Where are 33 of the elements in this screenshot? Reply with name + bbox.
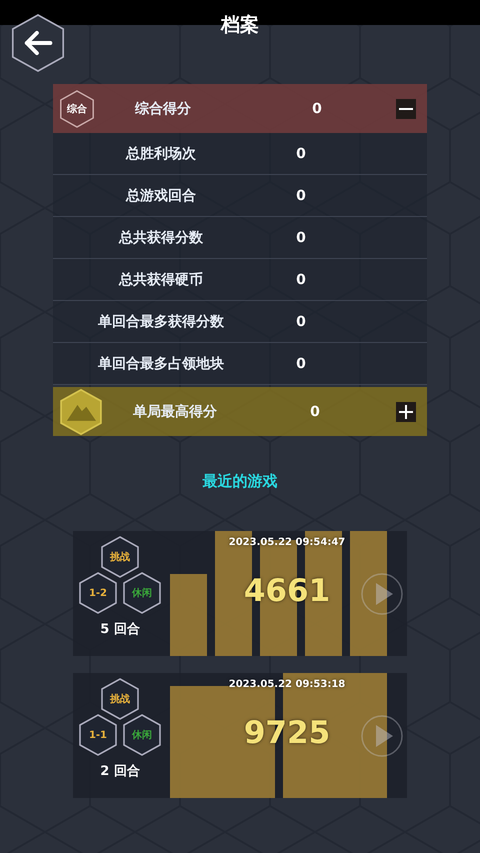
stat-label: 总共获得硬币: [118, 270, 204, 288]
stat-value: 0: [295, 146, 307, 162]
expand-button[interactable]: [396, 402, 416, 422]
type-badge: 休闲: [122, 713, 162, 757]
stage-badge: 1-2: [78, 571, 118, 615]
stat-label: 单局最高得分: [133, 402, 218, 420]
round-count: 2 回合: [100, 763, 140, 780]
stat-label: 总游戏回合: [124, 186, 197, 204]
game-time: 2023.05.22 09:53:18: [228, 679, 346, 690]
stat-label: 单回合最多占领地块: [97, 354, 225, 372]
type-badge: 休闲: [122, 571, 162, 615]
mountain-icon: [57, 388, 105, 434]
stat-value: 0: [295, 230, 307, 246]
round-count: 5 回合: [100, 621, 140, 638]
page-title: 档案: [220, 13, 260, 38]
stat-value: 0: [295, 356, 307, 372]
stat-value: 0: [295, 188, 307, 204]
stat-label: 总胜利场次: [124, 144, 197, 162]
mode-badge: 挑战: [100, 535, 140, 579]
stage-badge: 1-1: [78, 713, 118, 757]
section-title: 最近的游戏: [202, 472, 278, 491]
summary-badge: 综合: [59, 90, 95, 128]
mode-badge: 挑战: [100, 677, 140, 721]
play-button[interactable]: [360, 714, 404, 758]
play-button[interactable]: [360, 572, 404, 616]
stat-value: 0: [295, 272, 307, 288]
stat-label: 单回合最多获得分数: [97, 312, 225, 330]
stat-value: 0: [309, 404, 321, 420]
stat-value: 0: [311, 100, 323, 116]
stat-value: 0: [295, 314, 307, 330]
stat-label: 综合得分: [135, 100, 192, 118]
stat-label: 总共获得分数: [118, 228, 204, 246]
collapse-button[interactable]: [396, 98, 416, 118]
